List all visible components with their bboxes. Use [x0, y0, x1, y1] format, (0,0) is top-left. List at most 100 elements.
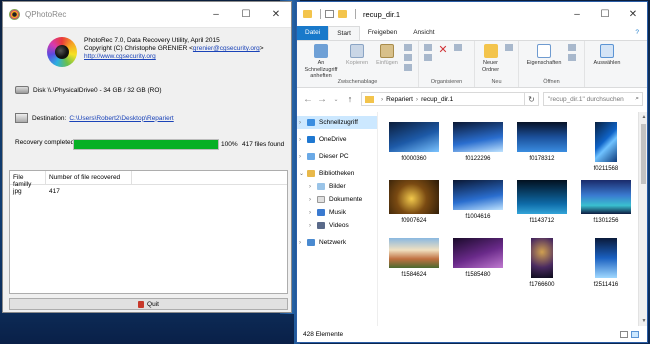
explorer-titlebar[interactable]: recup_dir.1 – ☐ ✕ — [297, 2, 647, 26]
properties-quick-icon[interactable] — [325, 10, 334, 18]
nav-item-this-pc[interactable]: › Dieser PC — [297, 150, 377, 163]
file-name: f0122296 — [465, 156, 491, 162]
scrollbar-thumb[interactable] — [640, 124, 646, 184]
chevron-right-icon[interactable]: › — [299, 240, 307, 246]
large-icons-view-icon[interactable] — [631, 330, 639, 338]
desktop-background-lower — [0, 314, 294, 344]
chevron-right-icon[interactable]: › — [309, 223, 317, 229]
website-link[interactable]: http://www.cgsecurity.org — [84, 53, 264, 61]
disk-label: Disk \\.\PhysicalDrive0 - 34 GB / 32 GB … — [33, 86, 162, 94]
refresh-icon[interactable]: ↻ — [525, 92, 539, 106]
forward-arrow-icon[interactable]: → — [315, 94, 329, 105]
table-row[interactable]: jpg 417 — [10, 185, 287, 198]
file-name: f0178312 — [529, 156, 555, 162]
file-tile[interactable]: f1584624 — [382, 238, 446, 296]
pin-quick-access-button[interactable]: An Schnellzugriff anheften — [302, 44, 340, 80]
vertical-scrollbar[interactable]: ▲ ▼ — [637, 112, 649, 326]
ribbon: An Schnellzugriff anheften Kopieren Einf… — [297, 40, 647, 88]
nav-label: Musik — [329, 209, 346, 216]
copy-to-icon[interactable] — [424, 54, 432, 61]
new-folder-quick-icon[interactable] — [338, 10, 347, 18]
close-button[interactable]: ✕ — [261, 2, 291, 27]
file-tile[interactable]: f1301256 — [574, 180, 638, 238]
paste-button[interactable]: Einfügen — [374, 44, 400, 67]
qphotorec-titlebar[interactable]: QPhotoRec – ☐ ✕ — [3, 2, 291, 28]
nav-item-quick-access[interactable]: › Schnellzugriff — [297, 116, 377, 129]
tab-share[interactable]: Freigeben — [360, 26, 405, 40]
properties-button[interactable]: Eigenschaften — [524, 44, 564, 67]
recent-dropdown-icon[interactable]: ⌄ — [329, 96, 343, 103]
help-icon[interactable]: ? — [635, 26, 647, 40]
column-header-file-family[interactable]: File familly — [10, 171, 46, 188]
minimize-button[interactable]: – — [563, 2, 591, 26]
file-tile[interactable]: f0000360 — [382, 122, 446, 180]
paste-label: Einfügen — [376, 60, 398, 66]
tab-file[interactable]: Datei — [297, 26, 329, 40]
tab-view[interactable]: Ansicht — [405, 26, 442, 40]
maximize-button[interactable]: ☐ — [231, 2, 261, 27]
nav-item-network[interactable]: › Netzwerk — [297, 236, 377, 249]
breadcrumb-parent[interactable]: Repariert — [386, 96, 413, 103]
file-tile[interactable]: f1585480 — [446, 238, 510, 296]
file-tile[interactable]: f1766600 — [510, 238, 574, 296]
file-tile[interactable]: f1143712 — [510, 180, 574, 238]
copy-path-icon[interactable] — [404, 54, 412, 61]
open-icon[interactable] — [568, 44, 576, 51]
chevron-right-icon[interactable]: › — [309, 184, 317, 190]
scroll-down-icon[interactable]: ▼ — [639, 318, 649, 324]
nav-item-onedrive[interactable]: › OneDrive — [297, 133, 377, 146]
back-arrow-icon[interactable]: ← — [301, 94, 315, 105]
copyright-text: Copyright (C) Christophe GRENIER < — [84, 45, 193, 52]
explorer-window: recup_dir.1 – ☐ ✕ Datei Start Freigeben … — [296, 1, 648, 343]
folder-icon — [365, 95, 374, 103]
chevron-right-icon[interactable]: › — [309, 210, 317, 216]
progress-percent: 100% — [221, 141, 238, 148]
chevron-right-icon[interactable]: › — [299, 120, 307, 126]
file-tile[interactable]: f0178312 — [510, 122, 574, 180]
chevron-right-icon[interactable]: › — [299, 154, 307, 160]
file-tile[interactable]: f2511416 — [574, 238, 638, 296]
column-header-count[interactable]: Number of file recovered — [46, 171, 132, 184]
file-tile[interactable]: f0122296 — [446, 122, 510, 180]
breadcrumb-current[interactable]: recup_dir.1 — [421, 96, 453, 103]
select-button[interactable]: Auswählen — [590, 44, 624, 67]
chevron-down-icon[interactable]: ⌄ — [299, 170, 307, 177]
minimize-button[interactable]: – — [201, 2, 231, 27]
chevron-right-icon[interactable]: › — [381, 96, 383, 103]
move-to-icon[interactable] — [424, 44, 432, 51]
file-tile[interactable]: f1004616 — [446, 180, 510, 238]
close-button[interactable]: ✕ — [619, 2, 647, 26]
email-link[interactable]: grenier@cgsecurity.org — [193, 45, 260, 52]
edit-icon[interactable] — [568, 54, 576, 61]
nav-item-documents[interactable]: › Dokumente — [297, 193, 377, 206]
details-view-icon[interactable] — [620, 330, 628, 338]
search-input[interactable]: "recup_dir.1" durchsuchen ⌕ — [543, 92, 643, 106]
paste-shortcut-icon[interactable] — [404, 64, 412, 71]
destination-path-link[interactable]: C:\Users\Robert2\Desktop\Repariert — [69, 115, 173, 122]
new-folder-button[interactable]: Neuer Ordner — [480, 44, 501, 73]
file-tile[interactable]: f0211568 — [574, 122, 638, 180]
nav-item-libraries[interactable]: ⌄ Bibliotheken — [297, 167, 377, 180]
up-arrow-icon[interactable]: ↑ — [343, 94, 357, 104]
cut-icon[interactable] — [404, 44, 412, 51]
file-name: f0211568 — [593, 166, 619, 172]
nav-item-pictures[interactable]: › Bilder — [297, 180, 377, 193]
tab-start[interactable]: Start — [328, 26, 360, 40]
delete-button[interactable]: ✕ — [436, 44, 450, 60]
file-tile[interactable]: f0907624 — [382, 180, 446, 238]
nav-item-music[interactable]: › Musik — [297, 206, 377, 219]
rename-icon[interactable] — [454, 44, 462, 51]
maximize-button[interactable]: ☐ — [591, 2, 619, 26]
quit-button[interactable]: Quit — [9, 298, 288, 310]
new-item-icon[interactable] — [505, 44, 513, 51]
chevron-right-icon[interactable]: › — [299, 137, 307, 143]
nav-item-videos[interactable]: › Videos — [297, 219, 377, 232]
group-label: Zwischenablage — [337, 79, 378, 85]
scroll-up-icon[interactable]: ▲ — [639, 114, 649, 120]
address-bar[interactable]: › Repariert › recup_dir.1 — [361, 92, 525, 106]
copy-icon — [350, 44, 364, 58]
chevron-right-icon[interactable]: › — [416, 96, 418, 103]
destination-folder-icon — [15, 113, 28, 123]
chevron-right-icon[interactable]: › — [309, 197, 317, 203]
copy-button[interactable]: Kopieren — [344, 44, 370, 67]
